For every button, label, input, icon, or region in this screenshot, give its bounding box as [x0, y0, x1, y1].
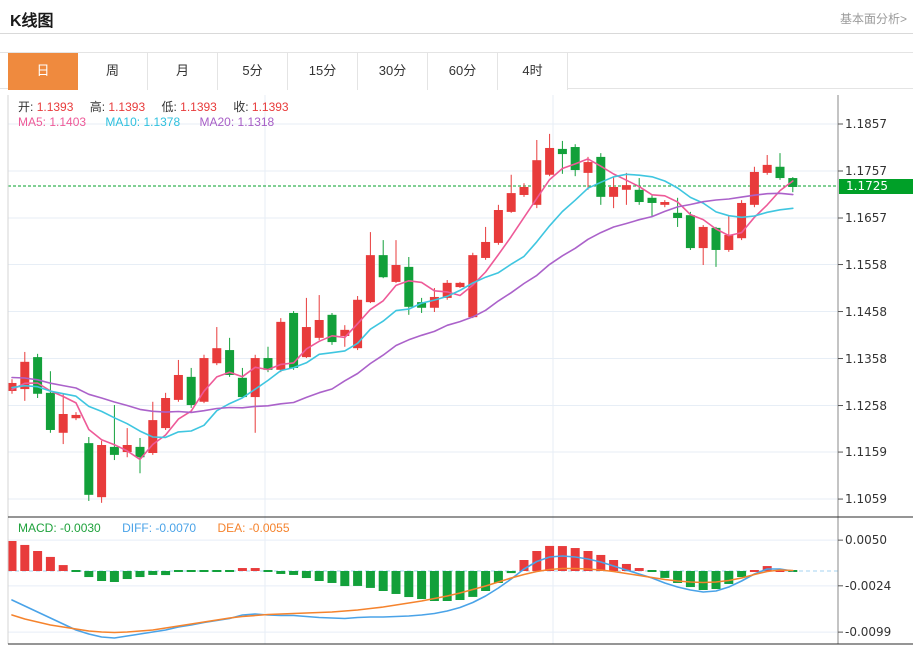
axis-tick-label: 0.0050 [845, 533, 887, 547]
axis-tick-label: -0.0099 [845, 625, 891, 639]
axis-tick-label: 1.1657 [845, 211, 887, 225]
open-value: 1.1393 [37, 100, 74, 114]
ohlc-info-bar: 开: 1.1393 高: 1.1393 低: 1.1393 收: 1.1393 [18, 98, 302, 115]
ma10-info: MA10: 1.1378 [105, 115, 180, 129]
high-label: 高: [90, 100, 105, 114]
ma-info-bar: MA5: 1.1403 MA10: 1.1378 MA20: 1.1318 [18, 115, 290, 129]
axis-tick-label: 1.1857 [845, 117, 887, 131]
axis-tick-label: 1.1358 [845, 352, 887, 366]
axis-tick-label: 1.1458 [845, 305, 887, 319]
close-value: 1.1393 [252, 100, 289, 114]
axis-tick-label: -0.0024 [845, 579, 891, 593]
ma20-info: MA20: 1.1318 [199, 115, 274, 129]
axis-tick-label: 1.1159 [845, 445, 887, 459]
axis-tick-label: 1.1757 [845, 164, 887, 178]
diff-value: DIFF: -0.0070 [122, 521, 196, 535]
open-label: 开: [18, 100, 33, 114]
close-label: 收: [233, 100, 248, 114]
axis-tick-label: 1.1059 [845, 492, 887, 506]
ma5-info: MA5: 1.1403 [18, 115, 86, 129]
high-value: 1.1393 [108, 100, 145, 114]
last-price-tag: 1.1725 [839, 179, 913, 194]
low-label: 低: [161, 100, 176, 114]
macd-value: MACD: -0.0030 [18, 521, 101, 535]
axis-tick-label: 1.1258 [845, 399, 887, 413]
macd-info-bar: MACD: -0.0030 DIFF: -0.0070 DEA: -0.0055 [18, 521, 290, 535]
dea-value: DEA: -0.0055 [217, 521, 289, 535]
axis-tick-label: 1.1558 [845, 258, 887, 272]
low-value: 1.1393 [180, 100, 217, 114]
